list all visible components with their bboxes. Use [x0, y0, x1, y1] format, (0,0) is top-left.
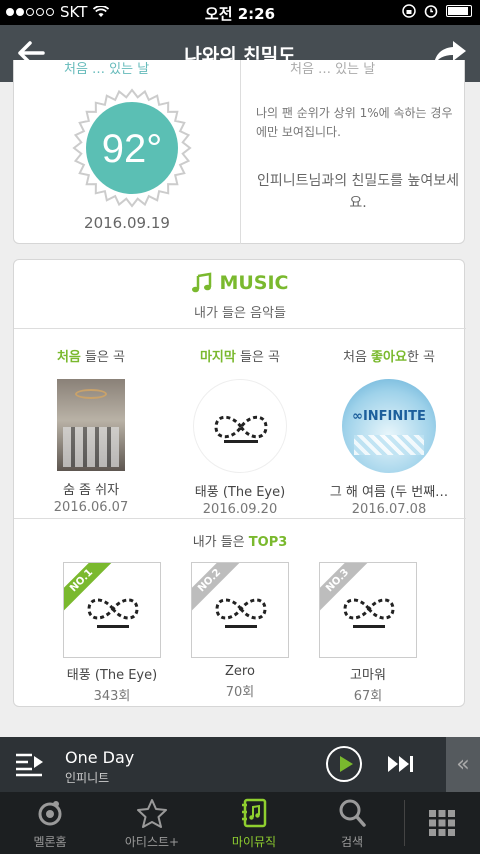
now-playing-artist: 인피니트 [65, 771, 110, 785]
top3-item-1[interactable]: NO.1 태풍 (The Eye) 343회 [52, 562, 172, 704]
music-title: MUSIC [219, 272, 289, 294]
top3-item-2[interactable]: NO.2 Zero 70회 [180, 562, 300, 700]
next-track-icon[interactable] [386, 754, 416, 774]
top3-label: 내가 들은 TOP3 [192, 535, 288, 550]
music-subtitle: 내가 들은 음악들 [194, 306, 286, 321]
tab-search[interactable]: 검색 [306, 792, 398, 854]
infinite-logo-icon [214, 415, 268, 443]
song-title: Zero [225, 664, 255, 679]
now-playing-title: One Day [65, 748, 135, 767]
first-liked-song[interactable]: 처음 좋아요한 곡 ∞INFINITE 그 해 여름 (두 번째… 2016.0… [314, 346, 464, 517]
mini-player[interactable]: One Day 인피니트 « [0, 737, 480, 792]
divider [14, 518, 466, 519]
song-title: 태풍 (The Eye) [194, 485, 286, 500]
status-right [402, 4, 472, 18]
song-title: 태풍 (The Eye) [66, 668, 158, 683]
partial-label-left: 처음 … 있는 날 [64, 62, 150, 77]
intimacy-degree: 92° [102, 127, 163, 171]
intimacy-degree-badge: 92° [72, 88, 192, 208]
tab-melon-home[interactable]: 멜론홈 [4, 792, 96, 854]
column-header: 마지막 들은 곡 [199, 350, 281, 365]
playlist-icon[interactable] [14, 751, 44, 777]
tab-label: 아티스트+ [124, 835, 180, 849]
tab-artist-plus[interactable]: 아티스트+ [106, 792, 198, 854]
music-note-icon [192, 272, 212, 293]
song-title: 숨 좀 쉬자 [62, 483, 120, 498]
top3-item-3[interactable]: NO.3 고마워 67회 [308, 562, 428, 704]
song-title: 그 해 여름 (두 번째… [329, 485, 449, 500]
first-listened-song[interactable]: 처음 들은 곡 숨 좀 쉬자 2016.06.07 [16, 346, 166, 515]
partial-label-right: 처음 … 있는 날 [290, 62, 376, 77]
song-date: 2016.07.08 [351, 502, 427, 517]
tab-label: 마이뮤직 [231, 835, 277, 849]
alarm-icon [424, 5, 438, 18]
grid-menu-icon[interactable] [428, 809, 456, 837]
album-cover: NO.3 [319, 562, 417, 658]
tab-my-music[interactable]: 마이뮤직 [208, 792, 300, 854]
orientation-lock-icon [402, 4, 416, 18]
album-cover: ∞INFINITE [342, 379, 436, 473]
intimacy-card: 처음 … 있는 날 처음 … 있는 날 92° 2016.09.19 나의 팬 … [13, 60, 465, 244]
album-cover: NO.1 [63, 562, 161, 658]
tab-label: 검색 [340, 835, 364, 849]
song-date: 2016.09.20 [202, 502, 278, 517]
intimacy-date: 2016.09.19 [84, 214, 170, 232]
play-count: 343회 [93, 689, 131, 704]
song-title: 고마워 [350, 668, 386, 683]
music-header: MUSIC 내가 들은 음악들 [14, 272, 466, 321]
battery-icon [446, 5, 472, 17]
divider [404, 800, 405, 846]
column-header: 처음 들은 곡 [56, 350, 126, 365]
play-count: 67회 [353, 689, 383, 704]
search-icon [339, 799, 366, 827]
album-cover: NO.2 [191, 562, 289, 658]
divider [14, 328, 466, 329]
play-button[interactable] [326, 746, 362, 782]
rank-note: 나의 팬 순위가 상위 1%에 속하는 경우에만 보여집니다. [256, 106, 453, 139]
expand-panel-button[interactable]: « [446, 737, 480, 792]
column-header: 처음 좋아요한 곡 [342, 350, 435, 365]
last-listened-song[interactable]: 마지막 들은 곡 태풍 (The Eye) 2016.09.20 [165, 346, 315, 517]
divider [240, 60, 241, 244]
tab-label: 멜론홈 [33, 835, 67, 849]
song-date: 2016.06.07 [53, 500, 129, 515]
album-cover [193, 379, 287, 473]
melon-home-icon [38, 801, 62, 826]
play-count: 70회 [225, 685, 255, 700]
star-icon [137, 799, 167, 828]
status-bar: SKT 오전 2:26 [0, 0, 480, 25]
my-music-icon [242, 798, 267, 828]
tab-bar: 멜론홈 아티스트+ 마이뮤직 검색 [0, 792, 480, 854]
intimacy-cta: 인피니트님과의 친밀도를 높여보세요. [256, 173, 460, 211]
music-card: MUSIC 내가 들은 음악들 처음 들은 곡 숨 좀 쉬자 2016.06.0… [13, 259, 466, 707]
album-cover [57, 379, 125, 471]
play-icon [340, 756, 353, 772]
